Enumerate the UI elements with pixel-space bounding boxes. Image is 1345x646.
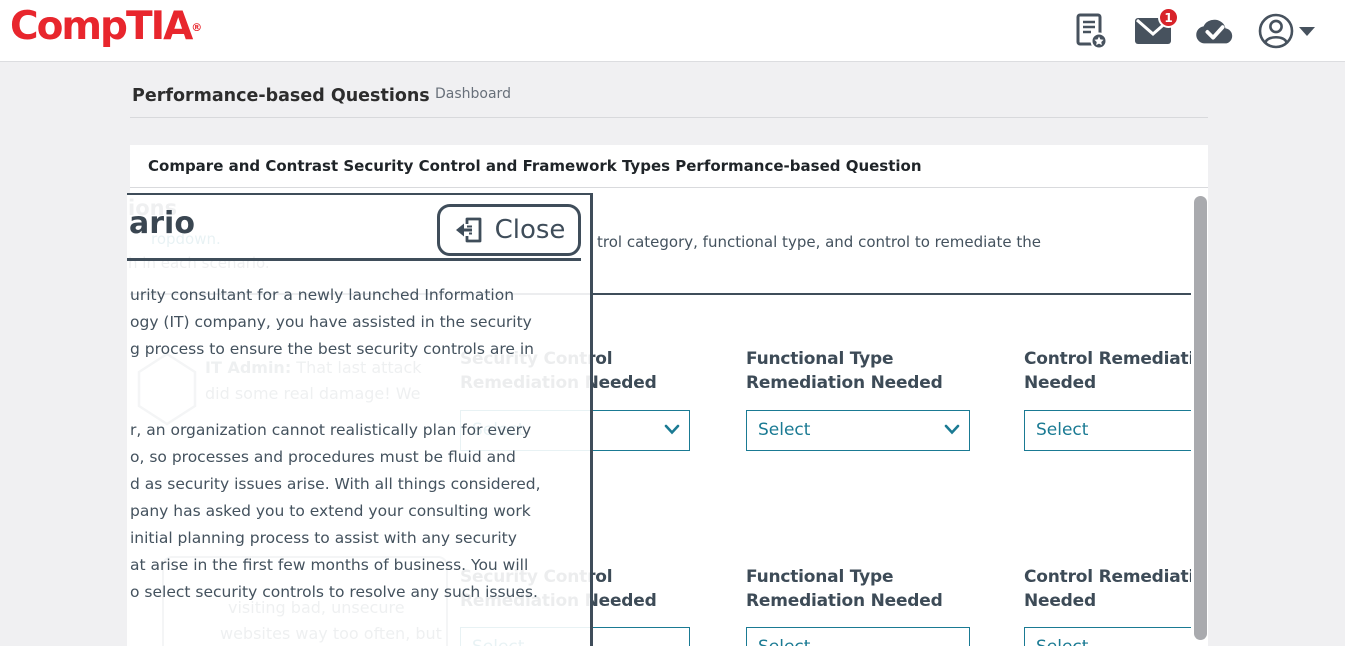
account-menu[interactable]: [1257, 12, 1315, 50]
scenario-text-line: d as security issues arise. With all thi…: [130, 471, 541, 498]
scenario-text-line: pany has asked you to extend your consul…: [130, 498, 541, 525]
modal-title: ario: [129, 206, 195, 241]
functional-type-select-1[interactable]: Select: [746, 410, 970, 451]
assignment-button[interactable]: [1071, 11, 1111, 51]
scenario-text-line: urity consultant for a newly launched In…: [130, 282, 541, 309]
close-button[interactable]: Close: [437, 204, 581, 256]
instruction-text: trol category, functional type, and cont…: [597, 233, 1041, 251]
select-value: Select: [758, 628, 810, 646]
scenario-text-line: o, so processes and procedures must be f…: [130, 444, 541, 471]
col2-header-line2: Remediation Needed: [746, 589, 986, 613]
cloud-sync-button[interactable]: [1195, 11, 1235, 51]
scenario-text-line: r, an organization cannot realistically …: [130, 417, 541, 444]
col3-row1: Control RemediationNeeded: [1024, 347, 1191, 395]
col3-header-line2: Needed: [1024, 589, 1191, 613]
modal-header-divider: [127, 258, 581, 261]
functional-type-select-2[interactable]: Select: [746, 627, 970, 646]
chevron-down-icon: [664, 424, 680, 435]
select-value: Select: [1036, 628, 1088, 646]
breadcrumb-divider: [130, 117, 1208, 118]
app-header: CompTIA® 1: [0, 0, 1345, 62]
control-remediation-select-2[interactable]: Select: [1024, 627, 1191, 646]
select-value: Select: [1036, 411, 1088, 449]
col2-row2: Functional TypeRemediation Needed: [746, 565, 986, 613]
col2-header-line1: Functional Type: [746, 565, 986, 589]
col2-row1: Functional TypeRemediation Needed: [746, 347, 986, 395]
scenario-text-line: g process to ensure the best security co…: [130, 336, 541, 363]
chevron-down-icon: [944, 424, 960, 435]
scenario-text-line: initial planning process to assist with …: [130, 525, 541, 552]
col3-header-line1: Control Remediation: [1024, 347, 1191, 371]
scenario-text-line: ogy (IT) company, you have assisted in t…: [130, 309, 541, 336]
col2-header-line1: Functional Type: [746, 347, 986, 371]
col3-row2: Control RemediationNeeded: [1024, 565, 1191, 613]
chevron-down-icon: [1299, 27, 1315, 36]
col3-header-line1: Control Remediation: [1024, 565, 1191, 589]
question-title: Compare and Contrast Security Control an…: [130, 145, 1208, 188]
unread-count-badge: 1: [1158, 7, 1179, 28]
registered-mark: ®: [191, 21, 202, 34]
page-title: Performance-based Questions: [132, 86, 430, 106]
logo-text: CompTIA: [10, 4, 191, 49]
vertical-scrollbar-thumb[interactable]: [1194, 196, 1207, 640]
cloud-check-icon: [1195, 16, 1235, 46]
avatar-icon: [1257, 12, 1295, 50]
control-remediation-select-1[interactable]: Select: [1024, 410, 1191, 451]
col3-header-line2: Needed: [1024, 371, 1191, 395]
dashboard-link[interactable]: Dashboard: [435, 86, 511, 102]
comptia-logo: CompTIA®: [10, 4, 202, 49]
page: CompTIA® 1: [0, 0, 1345, 646]
exit-icon: [453, 214, 485, 246]
scenario-modal: ario Close urity consultant for a newly …: [127, 193, 593, 646]
close-label: Close: [495, 215, 566, 245]
messages-button[interactable]: 1: [1133, 11, 1173, 51]
select-value: Select: [758, 411, 810, 449]
modal-body: urity consultant for a newly launched In…: [130, 282, 541, 606]
scenario-text-line: at arise in the first few months of busi…: [130, 552, 541, 579]
col2-header-line2: Remediation Needed: [746, 371, 986, 395]
assignment-star-icon: [1074, 12, 1108, 50]
scenario-text-line: o select security controls to resolve an…: [130, 579, 541, 606]
